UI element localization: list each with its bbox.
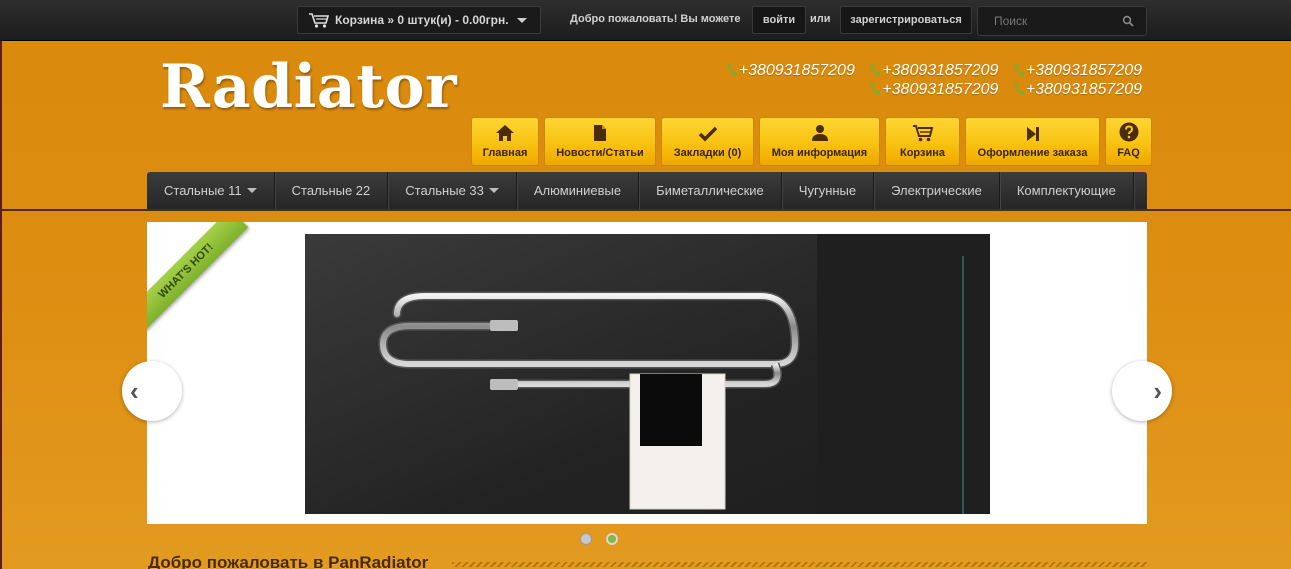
- ribbon-container: WHAT'S HOT!: [147, 222, 257, 332]
- nav-item-accessories[interactable]: Комплектующие: [1000, 172, 1134, 209]
- chevron-down-icon: [246, 188, 257, 193]
- nav-item-aluminum[interactable]: Алюминиевые: [517, 172, 640, 209]
- news-button-label: Новости/Статьи: [556, 147, 644, 159]
- quick-nav: Главная Новости/Статьи Закладки (0) Моя …: [471, 117, 1157, 166]
- checkout-button-label: Оформление заказа: [977, 147, 1088, 159]
- search-box: [977, 6, 1147, 36]
- category-nav: Стальные 11 Стальные 22 Стальные 33 Алюм…: [147, 172, 1147, 209]
- slider-next-button[interactable]: ›: [1112, 361, 1172, 421]
- question-icon: [1119, 122, 1138, 142]
- phone-number[interactable]: +380931857209: [1013, 62, 1142, 80]
- welcome-heading: Добро пожаловать в PanRadiator: [148, 553, 429, 569]
- register-button[interactable]: зарегистрироваться: [840, 6, 972, 34]
- phone-number[interactable]: +380931857209: [726, 62, 855, 80]
- phone-icon: [1014, 63, 1025, 76]
- phone-list: +380931857209 +380931857209 +38093185720…: [702, 62, 1142, 100]
- cart-icon: [912, 125, 933, 142]
- towel-radiator-image: [305, 234, 990, 514]
- divider: [0, 209, 1291, 211]
- phone-row: +380931857209 +380931857209 +38093185720…: [702, 62, 1142, 81]
- phone-icon: [870, 63, 881, 76]
- chevron-left-icon: ‹: [130, 375, 139, 406]
- bookmarks-button-label: Закладки (0): [673, 147, 742, 159]
- login-button[interactable]: войти: [752, 6, 806, 34]
- phone-number-text: +380931857209: [1025, 81, 1142, 98]
- home-button-label: Главная: [482, 147, 528, 159]
- phone-icon: [727, 63, 738, 76]
- nav-item-label: Чугунные: [798, 183, 857, 198]
- cart-icon: [309, 13, 330, 28]
- nav-item-label: Электрические: [891, 183, 982, 198]
- phone-number-text: +380931857209: [882, 81, 999, 98]
- phone-number[interactable]: +380931857209: [1013, 81, 1142, 99]
- slider-dot-1[interactable]: [580, 533, 592, 545]
- phone-number-text: +380931857209: [882, 62, 999, 79]
- chevron-down-icon: [488, 188, 499, 193]
- user-icon: [811, 125, 828, 141]
- phone-number-text: +380931857209: [1025, 62, 1142, 79]
- news-button[interactable]: Новости/Статьи: [544, 117, 656, 166]
- home-icon: [496, 125, 514, 141]
- top-bar: Корзина » 0 штук(и) - 0.00грн. Добро пож…: [0, 0, 1291, 41]
- faq-button[interactable]: FAQ: [1105, 117, 1152, 166]
- cart-button[interactable]: Корзина: [885, 117, 960, 166]
- phone-number[interactable]: +380931857209: [869, 62, 998, 80]
- nav-item-steel-33[interactable]: Стальные 33: [388, 172, 517, 209]
- bookmarks-button[interactable]: Закладки (0): [661, 117, 754, 166]
- slider-dot-2[interactable]: [606, 533, 618, 545]
- faq-button-label: FAQ: [1117, 147, 1140, 159]
- page-edge: [0, 0, 2, 569]
- search-input[interactable]: [978, 7, 1118, 35]
- cart-summary: Корзина » 0 штук(и) - 0.00грн.: [335, 13, 509, 27]
- chevron-down-icon: [516, 17, 527, 23]
- nav-item-label: Комплектующие: [1016, 183, 1116, 198]
- cart-dropdown[interactable]: Корзина » 0 штук(и) - 0.00грн.: [297, 6, 541, 34]
- search-icon[interactable]: [1122, 15, 1134, 27]
- slider-prev-button[interactable]: ‹: [122, 361, 182, 421]
- slide-image[interactable]: [305, 234, 990, 514]
- nav-item-label: Биметаллические: [656, 183, 764, 198]
- nav-item-bimetal[interactable]: Биметаллические: [639, 172, 782, 209]
- nav-item-steel-22[interactable]: Стальные 22: [275, 172, 389, 209]
- checkmark-icon: [698, 126, 717, 142]
- phone-number-text: +380931857209: [738, 62, 855, 79]
- checkout-button[interactable]: Оформление заказа: [965, 117, 1100, 166]
- chevron-right-icon: ›: [1153, 375, 1162, 406]
- or-text: или: [810, 13, 831, 25]
- nav-item-label: Стальные 22: [291, 183, 371, 198]
- welcome-text: Добро пожаловать! Вы можете: [570, 13, 741, 25]
- site-logo[interactable]: Radiator: [160, 52, 457, 122]
- image-slider: WHAT'S HOT!: [147, 222, 1147, 524]
- heading-underline: [452, 562, 1147, 567]
- home-button[interactable]: Главная: [471, 117, 539, 166]
- phone-icon: [870, 82, 881, 95]
- whats-hot-ribbon: WHAT'S HOT!: [147, 222, 249, 332]
- slider-pagination: [580, 533, 632, 545]
- my-info-button[interactable]: Моя информация: [759, 117, 880, 166]
- nav-item-label: Стальные 33: [405, 183, 484, 198]
- phone-number[interactable]: +380931857209: [869, 81, 998, 99]
- nav-item-cast-iron[interactable]: Чугунные: [782, 172, 875, 209]
- nav-item-label: Алюминиевые: [533, 183, 622, 198]
- next-icon: [1026, 127, 1039, 141]
- my-info-button-label: Моя информация: [771, 147, 868, 159]
- nav-item-label: Стальные 11: [164, 183, 242, 198]
- cart-button-label: Корзина: [900, 147, 945, 159]
- phone-row: +380931857209 +380931857209: [702, 81, 1142, 100]
- nav-item-steel-11[interactable]: Стальные 11: [147, 172, 275, 209]
- nav-item-electric[interactable]: Электрические: [874, 172, 1000, 209]
- document-icon: [594, 125, 606, 141]
- phone-icon: [1014, 82, 1025, 95]
